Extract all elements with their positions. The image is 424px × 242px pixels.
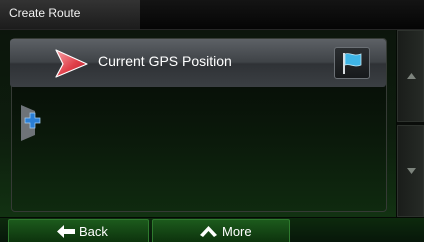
- set-destination-button[interactable]: [334, 47, 370, 79]
- chevron-up-icon: [200, 226, 217, 237]
- route-main-area: Current GPS Position: [0, 30, 396, 217]
- title-bar: Create Route: [0, 0, 424, 30]
- back-button-label: Back: [79, 224, 108, 239]
- page-title: Create Route: [9, 6, 81, 20]
- more-button-label: More: [222, 224, 252, 239]
- add-route-point-button[interactable]: [21, 105, 55, 141]
- scroll-column: [397, 30, 424, 217]
- flag-icon: [343, 53, 362, 74]
- scroll-up-button[interactable]: [397, 30, 424, 122]
- arrow-left-icon: [57, 225, 75, 238]
- bottom-toolbar: Back More: [0, 218, 424, 242]
- scroll-down-button[interactable]: [397, 125, 424, 217]
- back-button[interactable]: Back: [8, 219, 149, 242]
- title-tab: Create Route: [0, 0, 140, 29]
- route-point-item[interactable]: Current GPS Position: [10, 39, 386, 87]
- chevron-up-icon: [407, 73, 416, 79]
- start-point-icon: [55, 49, 88, 78]
- plus-icon: [21, 105, 41, 141]
- route-item-label: Current GPS Position: [98, 53, 232, 69]
- more-button[interactable]: More: [152, 219, 290, 242]
- chevron-down-icon: [407, 168, 416, 174]
